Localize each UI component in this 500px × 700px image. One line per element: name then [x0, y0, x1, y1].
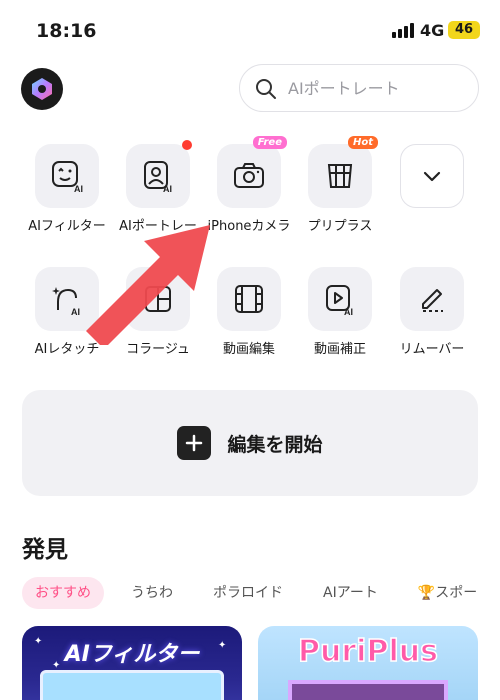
face-ai-icon: AI: [52, 161, 83, 193]
card-puriplus-title: PuriPlus: [297, 633, 438, 670]
plus-icon: [177, 426, 212, 460]
card-ai-filter[interactable]: ✦ ✦ ✦ AIフィルター: [22, 626, 242, 700]
tool-puri-plus[interactable]: Hot プリプラス: [295, 136, 385, 235]
svg-text:AI: AI: [71, 307, 80, 316]
free-badge: Free: [252, 136, 287, 149]
tool-remover[interactable]: リムーバー: [387, 267, 477, 358]
film-icon: [235, 285, 263, 313]
tool-iphone-camera[interactable]: Free iPhoneカメラ: [204, 136, 294, 235]
tab-ai-art[interactable]: AIアート: [310, 577, 391, 609]
hot-badge: Hot: [347, 136, 378, 149]
search-icon: [256, 79, 276, 99]
tool-ai-retouch-tile: AI: [35, 267, 99, 331]
search-bar[interactable]: [239, 64, 479, 112]
tool-video-edit-label: 動画編集: [222, 342, 275, 357]
network-label: 4G: [420, 21, 445, 40]
tool-video-edit-tile: [217, 267, 281, 331]
collage-grid-icon: [327, 164, 353, 188]
tab-sports[interactable]: 🏆スポー: [405, 577, 490, 609]
tool-video-edit[interactable]: 動画編集: [204, 267, 294, 358]
tool-ai-portrait-tile: AI: [126, 140, 192, 208]
start-edit-label: 編集を開始: [227, 433, 323, 456]
tool-remover-tile: [400, 267, 464, 331]
battery-icon: 46: [448, 21, 480, 39]
tab-polaroid[interactable]: ポラロイド: [200, 577, 296, 609]
tool-ai-filter[interactable]: AI AIフィルター: [22, 144, 112, 235]
tool-video-enhance[interactable]: AI 動画補正: [295, 267, 385, 358]
tool-iphone-camera-label: iPhoneカメラ: [207, 219, 291, 234]
expand-tools-button[interactable]: [387, 144, 477, 208]
svg-text:AI: AI: [74, 184, 83, 193]
card-puriplus-image: [288, 680, 448, 700]
svg-text:AI: AI: [344, 307, 353, 316]
status-time: 18:16: [36, 20, 97, 42]
discover-cards: ✦ ✦ ✦ AIフィルター PuriPlus: [22, 626, 500, 700]
video-enhance-icon: AI: [326, 285, 353, 316]
tool-ai-filter-tile: AI: [35, 144, 99, 208]
tab-uchiwa[interactable]: うちわ: [118, 577, 186, 609]
discover-title: 発見: [22, 537, 68, 563]
tab-recommended[interactable]: おすすめ: [22, 577, 104, 609]
signal-icon: [392, 22, 414, 38]
tool-video-enhance-tile: AI: [308, 267, 372, 331]
tool-iphone-camera-tile: Free: [217, 136, 287, 208]
tool-ai-portrait-label: AIポートレー: [119, 219, 197, 234]
chevron-down-icon: [423, 171, 441, 182]
tool-ai-retouch[interactable]: AI AIレタッチ: [22, 267, 112, 358]
search-input[interactable]: [288, 65, 468, 111]
notification-dot: [182, 140, 192, 150]
tool-collage-label: コラージュ: [126, 342, 190, 357]
tool-puri-plus-tile: Hot: [308, 136, 378, 208]
tool-collage-tile: [126, 267, 190, 331]
tool-remover-label: リムーバー: [399, 342, 465, 357]
collage-icon: [145, 286, 171, 312]
discover-tabs: おすすめ うちわ ポラロイド AIアート 🏆スポー: [22, 577, 500, 611]
card-puriplus[interactable]: PuriPlus: [258, 626, 478, 700]
portrait-ai-icon: AI: [144, 161, 172, 193]
eraser-icon: [422, 289, 443, 312]
tool-video-enhance-label: 動画補正: [313, 342, 366, 357]
app-logo-icon[interactable]: [21, 68, 63, 110]
expand-tools-tile: [400, 144, 464, 208]
camera-icon: [234, 163, 264, 188]
card-ai-filter-image: [40, 670, 224, 700]
tool-puri-plus-label: プリプラス: [307, 219, 373, 234]
tool-ai-portrait[interactable]: AI AIポートレー: [113, 140, 203, 235]
svg-text:AI: AI: [163, 184, 172, 193]
start-edit-button[interactable]: 編集を開始: [22, 390, 478, 496]
card-ai-filter-title: AIフィルター: [64, 642, 200, 667]
tool-collage[interactable]: コラージュ: [113, 267, 203, 358]
tool-ai-retouch-label: AIレタッチ: [34, 342, 100, 357]
status-bar: 18:16 4G 46: [0, 0, 500, 60]
retouch-ai-icon: AI: [52, 287, 80, 316]
tool-ai-filter-label: AIフィルター: [28, 219, 106, 234]
